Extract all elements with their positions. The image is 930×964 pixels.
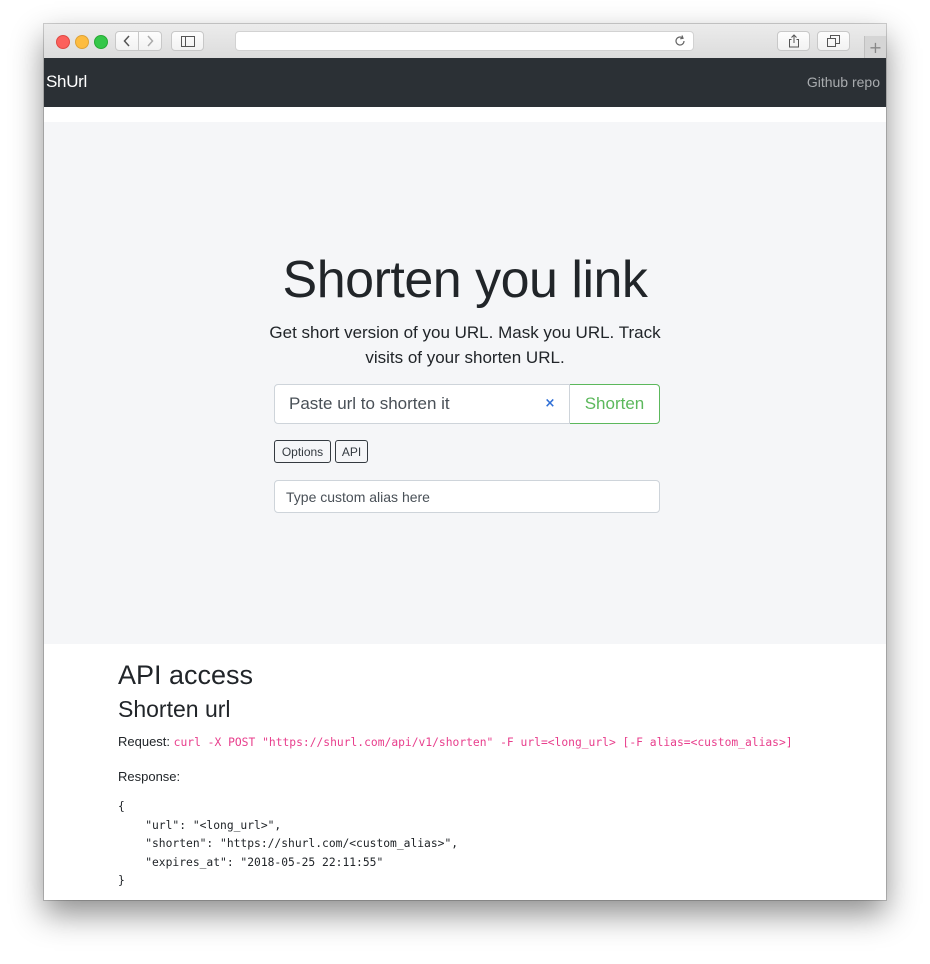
forward-icon bbox=[147, 35, 154, 47]
response-label: Response: bbox=[118, 769, 181, 784]
share-button[interactable] bbox=[777, 31, 810, 51]
request-code: curl -X POST "https://shurl.com/api/v1/s… bbox=[173, 736, 793, 749]
request-line: Request: curl -X POST "https://shurl.com… bbox=[118, 734, 793, 749]
options-button[interactable]: Options bbox=[274, 440, 331, 463]
api-heading: API access bbox=[118, 660, 254, 690]
reload-icon[interactable] bbox=[673, 34, 687, 48]
sidebar-button[interactable] bbox=[171, 31, 204, 51]
show-tabs-button[interactable] bbox=[817, 31, 850, 51]
url-input-group: × Shorten bbox=[274, 384, 661, 424]
brand-logo[interactable]: ShUrl bbox=[46, 72, 87, 92]
minimize-window-button[interactable] bbox=[75, 35, 89, 49]
request-label: Request: bbox=[118, 734, 171, 749]
url-input[interactable] bbox=[275, 385, 539, 423]
share-icon bbox=[788, 34, 799, 48]
hero-section: Shorten you link Get short version of yo… bbox=[44, 122, 886, 644]
github-repo-link[interactable]: Github repo bbox=[807, 74, 880, 90]
history-nav bbox=[115, 31, 163, 51]
custom-alias-input[interactable] bbox=[275, 481, 646, 512]
clear-icon[interactable]: × bbox=[543, 397, 557, 411]
hero-lead: Get short version of you URL. Mask you U… bbox=[269, 323, 661, 367]
page-title: Shorten you link bbox=[282, 251, 648, 309]
close-window-button[interactable] bbox=[56, 35, 70, 49]
alias-field-wrapper bbox=[274, 480, 660, 513]
new-tab-button[interactable]: + bbox=[864, 36, 886, 58]
back-button[interactable] bbox=[115, 31, 139, 51]
zoom-window-button[interactable] bbox=[94, 35, 108, 49]
forward-button[interactable] bbox=[138, 31, 162, 51]
browser-titlebar: + bbox=[44, 24, 886, 59]
response-code: { "url": "<long_url>", "shorten": "https… bbox=[118, 800, 459, 887]
back-icon bbox=[123, 35, 130, 47]
new-tab-icon: + bbox=[868, 37, 883, 57]
browser-window: + ShUrl Github repo Shorten you link Get… bbox=[44, 24, 886, 900]
api-subheading: Shorten url bbox=[118, 696, 231, 722]
address-bar[interactable] bbox=[235, 31, 694, 51]
shorten-button[interactable]: Shorten bbox=[569, 384, 660, 424]
api-button[interactable]: API bbox=[335, 440, 368, 463]
url-field-wrapper: × bbox=[274, 384, 570, 424]
navbar: ShUrl Github repo bbox=[44, 58, 886, 107]
tabs-icon bbox=[827, 35, 840, 47]
sidebar-icon bbox=[180, 35, 195, 47]
